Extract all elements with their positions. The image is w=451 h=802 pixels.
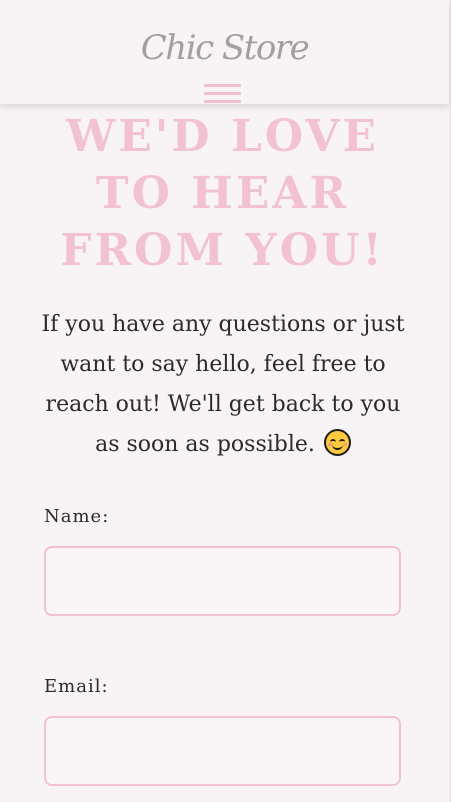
name-label: Name: — [44, 506, 110, 527]
intro-text: If you have any questions or just want t… — [41, 312, 405, 457]
store-logo[interactable]: Chic Store — [0, 26, 449, 70]
email-input[interactable] — [44, 716, 401, 786]
hamburger-menu-icon[interactable] — [204, 83, 242, 105]
menu-bar — [204, 84, 241, 87]
menu-bar — [204, 100, 241, 103]
page-title: We'd Love to Hear From You! — [60, 111, 385, 276]
intro-paragraph: If you have any questions or just want t… — [36, 305, 410, 465]
name-input[interactable] — [44, 546, 401, 616]
site-header: Chic Store — [0, 0, 449, 105]
menu-bar — [204, 92, 241, 95]
email-label: Email: — [44, 676, 109, 697]
smiling-face-icon — [323, 429, 351, 456]
